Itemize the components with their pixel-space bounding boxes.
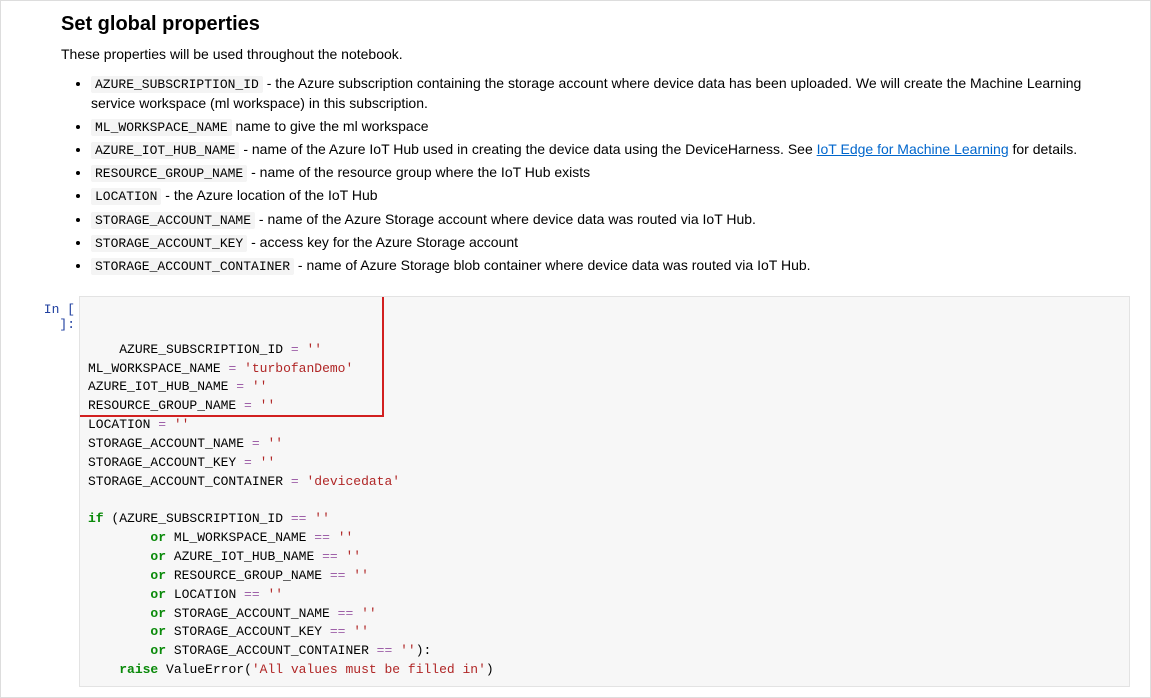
property-code: AZURE_IOT_HUB_NAME [91,142,239,159]
code-editor[interactable]: AZURE_SUBSCRIPTION_ID = '' ML_WORKSPACE_… [79,296,1130,687]
properties-list: AZURE_SUBSCRIPTION_ID - the Azure subscr… [61,74,1120,276]
property-item: STORAGE_ACCOUNT_NAME - name of the Azure… [91,210,1120,230]
property-item: STORAGE_ACCOUNT_CONTAINER - name of Azur… [91,256,1120,276]
property-item: STORAGE_ACCOUNT_KEY - access key for the… [91,233,1120,253]
property-item: LOCATION - the Azure location of the IoT… [91,186,1120,206]
section-heading: Set global properties [61,13,1120,36]
property-item: AZURE_SUBSCRIPTION_ID - the Azure subscr… [91,74,1120,114]
code-cell[interactable]: In [ ]: AZURE_SUBSCRIPTION_ID = '' ML_WO… [21,296,1130,687]
property-item: AZURE_IOT_HUB_NAME - name of the Azure I… [91,140,1120,160]
input-prompt: In [ ]: [21,296,79,332]
property-item: RESOURCE_GROUP_NAME - name of the resour… [91,163,1120,183]
property-code: ML_WORKSPACE_NAME [91,119,232,136]
property-code: RESOURCE_GROUP_NAME [91,165,247,182]
property-code: LOCATION [91,188,161,205]
property-code: STORAGE_ACCOUNT_KEY [91,235,247,252]
property-item: ML_WORKSPACE_NAME name to give the ml wo… [91,117,1120,137]
property-code: STORAGE_ACCOUNT_CONTAINER [91,258,294,275]
highlight-box [79,296,384,417]
property-code: AZURE_SUBSCRIPTION_ID [91,76,263,93]
markdown-cell: Set global properties These properties w… [61,13,1120,276]
intro-text: These properties will be used throughout… [61,46,1120,62]
property-code: STORAGE_ACCOUNT_NAME [91,212,255,229]
doc-link[interactable]: IoT Edge for Machine Learning [817,141,1009,157]
